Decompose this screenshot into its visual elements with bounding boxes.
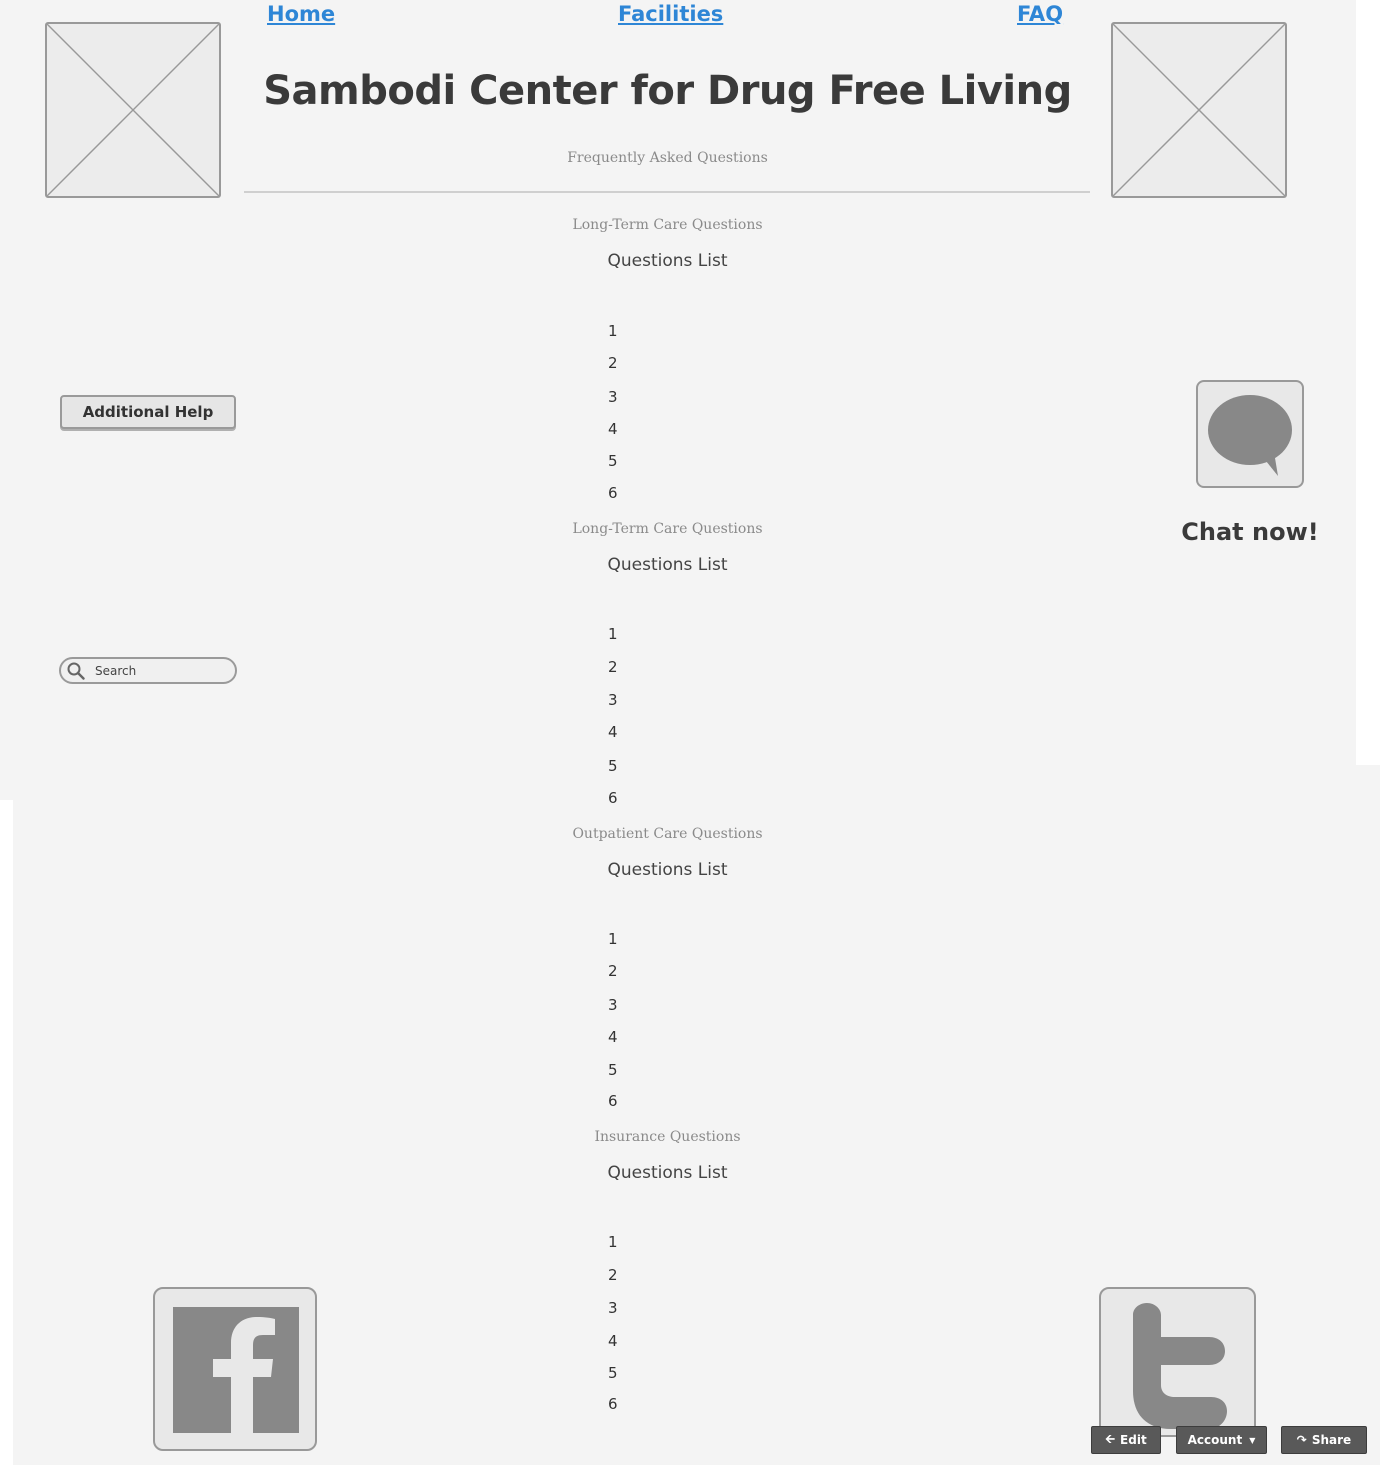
list-item: 4 (608, 1332, 618, 1350)
list-item: 5 (608, 1364, 618, 1382)
chat-now-label: Chat now! (1181, 518, 1319, 546)
list-item: 3 (608, 691, 618, 709)
list-item: 1 (608, 322, 618, 340)
section-heading: Long-Term Care Questions (572, 521, 763, 537)
list-item: 1 (608, 625, 618, 643)
caret-down-icon: ▼ (1249, 1435, 1256, 1445)
facebook-button[interactable] (153, 1287, 317, 1451)
account-button[interactable]: Account ▼ (1176, 1426, 1267, 1454)
list-item: 2 (608, 354, 618, 372)
section-list-label: Questions List (607, 251, 728, 271)
list-item: 4 (608, 420, 618, 438)
list-item: 3 (608, 996, 618, 1014)
section-heading: Outpatient Care Questions (572, 826, 763, 842)
nav-faq-link[interactable]: FAQ (1017, 2, 1063, 26)
header-divider (244, 191, 1090, 193)
list-item: 6 (608, 789, 618, 807)
section-heading: Insurance Questions (594, 1129, 741, 1145)
list-item: 1 (608, 1233, 618, 1251)
section-heading: Long-Term Care Questions (572, 217, 763, 233)
speech-bubble-icon (1208, 395, 1292, 476)
list-item: 2 (608, 658, 618, 676)
list-item: 2 (608, 962, 618, 980)
edit-button-label: Edit (1120, 1433, 1147, 1447)
list-item: 2 (608, 1266, 618, 1284)
list-item: 4 (608, 723, 618, 741)
list-item: 6 (608, 1395, 618, 1413)
share-button[interactable]: ↷ Share (1281, 1426, 1367, 1454)
section-list-label: Questions List (607, 555, 728, 575)
share-icon: ↷ (1296, 1433, 1307, 1447)
chat-button[interactable] (1196, 380, 1304, 488)
arrow-left-icon: 🡨 (1105, 1431, 1116, 1446)
list-item: 5 (608, 757, 618, 775)
list-item: 5 (608, 1061, 618, 1079)
facebook-icon (173, 1307, 299, 1433)
share-button-label: Share (1311, 1433, 1352, 1447)
list-item: 3 (608, 388, 618, 406)
list-item: 3 (608, 1299, 618, 1317)
nav-home-link[interactable]: Home (267, 2, 335, 26)
search-input[interactable] (93, 662, 227, 679)
twitter-button[interactable] (1099, 1287, 1256, 1437)
search-box[interactable] (59, 657, 237, 684)
list-item: 1 (608, 930, 618, 948)
page-subtitle: Frequently Asked Questions (567, 150, 768, 166)
list-item: 6 (608, 1092, 618, 1110)
list-item: 4 (608, 1028, 618, 1046)
account-button-label: Account (1187, 1433, 1243, 1447)
search-icon (67, 662, 85, 680)
section-list-label: Questions List (607, 1163, 728, 1183)
additional-help-button[interactable]: Additional Help (60, 395, 236, 429)
page-title: Sambodi Center for Drug Free Living (263, 68, 1072, 114)
list-item: 5 (608, 452, 618, 470)
twitter-icon (1133, 1303, 1227, 1429)
list-item: 6 (608, 484, 618, 502)
section-list-label: Questions List (607, 860, 728, 880)
nav-facilities-link[interactable]: Facilities (618, 2, 723, 26)
edit-button[interactable]: 🡨 Edit (1091, 1426, 1161, 1454)
